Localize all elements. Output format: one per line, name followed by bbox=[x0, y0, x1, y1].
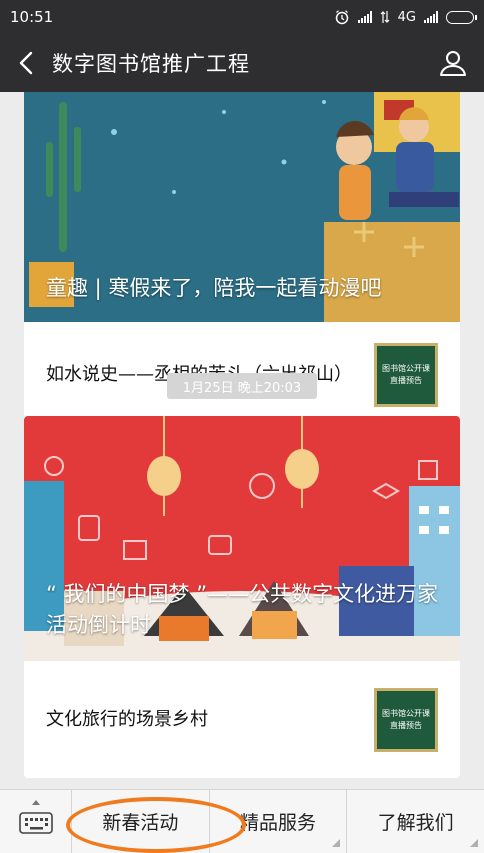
thumbnail-text-line-2: 直播预告 bbox=[390, 720, 422, 730]
profile-button[interactable] bbox=[422, 34, 484, 92]
menu-new-year-events[interactable]: 新春活动 bbox=[72, 790, 210, 853]
menu-premium-services[interactable]: 精品服务 bbox=[210, 790, 348, 853]
menu-label: 新春活动 bbox=[102, 812, 179, 834]
keyboard-icon bbox=[18, 811, 53, 834]
chevron-left-icon bbox=[19, 51, 33, 75]
submenu-indicator-icon bbox=[470, 839, 479, 847]
message-timestamp: 1月25日 晚上20:03 bbox=[167, 373, 317, 399]
status-bar: 10:51 4G bbox=[0, 0, 484, 34]
bottom-menu-bar: 新春活动 精品服务 了解我们 bbox=[0, 789, 484, 853]
thumbnail-text-line-1: 图书馆公开课 bbox=[382, 708, 430, 718]
article-banner[interactable]: 童趣 | 寒假来了，陪我一起看动漫吧 bbox=[24, 92, 460, 322]
keyboard-toggle-button[interactable] bbox=[0, 790, 72, 853]
alarm-icon bbox=[335, 10, 348, 25]
user-icon bbox=[440, 51, 466, 76]
back-button[interactable] bbox=[0, 34, 52, 92]
network-type: 4G bbox=[397, 9, 416, 25]
sub-article-thumbnail: 图书馆公开课 直播预告 bbox=[374, 342, 438, 407]
submenu-indicator-icon bbox=[332, 839, 341, 847]
menu-about-us[interactable]: 了解我们 bbox=[347, 790, 484, 853]
banner-caption: 童趣 | 寒假来了，陪我一起看动漫吧 bbox=[46, 276, 382, 300]
signal-icon bbox=[357, 11, 372, 23]
caret-up-icon bbox=[32, 800, 40, 805]
battery-icon bbox=[446, 10, 477, 24]
status-icons: 4G bbox=[334, 9, 477, 25]
message-feed[interactable]: 童趣 | 寒假来了，陪我一起看动漫吧 如水说史——丞相的苦斗（六出祁山） 图书馆… bbox=[0, 92, 484, 789]
menu-label: 了解我们 bbox=[377, 812, 454, 834]
status-time: 10:51 bbox=[10, 8, 54, 26]
nav-bar: 数字图书馆推广工程 bbox=[0, 34, 484, 92]
signal-icon-2 bbox=[424, 11, 438, 23]
thumbnail-text-line-1: 图书馆公开课 bbox=[382, 363, 430, 373]
data-arrows-icon bbox=[380, 11, 390, 23]
article-card: “ 我们的中国梦 ”——公共数字文化进万家活动倒计时 文化旅行的场景乡村 图书馆… bbox=[24, 416, 460, 778]
thumbnail-text-line-2: 直播预告 bbox=[390, 375, 422, 385]
article-banner[interactable]: “ 我们的中国梦 ”——公共数字文化进万家活动倒计时 bbox=[24, 416, 460, 661]
sub-article[interactable]: 文化旅行的场景乡村 图书馆公开课 直播预告 bbox=[24, 661, 460, 778]
page-title: 数字图书馆推广工程 bbox=[52, 52, 250, 76]
sub-article-title: 文化旅行的场景乡村 bbox=[46, 708, 208, 730]
banner-caption: “ 我们的中国梦 ”——公共数字文化进万家活动倒计时 bbox=[46, 582, 439, 637]
sub-article-thumbnail: 图书馆公开课 直播预告 bbox=[374, 687, 438, 752]
menu-label: 精品服务 bbox=[240, 812, 317, 834]
